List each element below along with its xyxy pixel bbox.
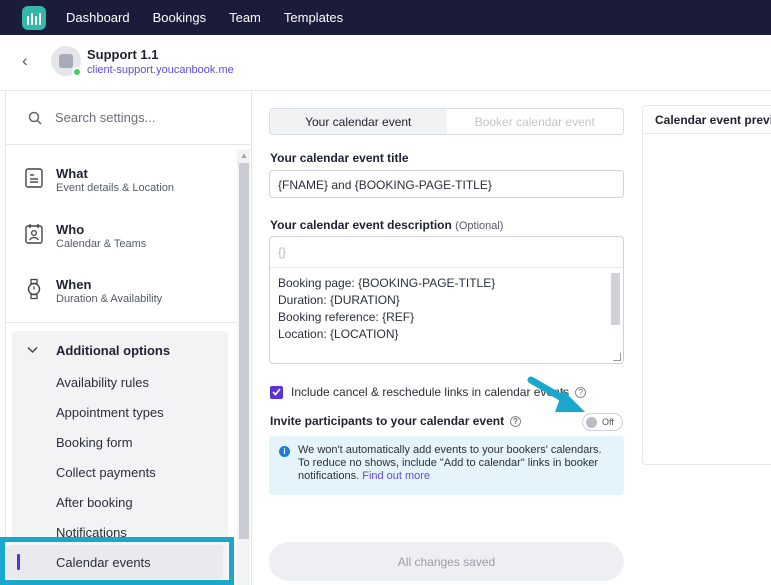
settings-sidebar: Search settings... ▲ What Event details …: [5, 91, 252, 585]
watch-icon: [27, 278, 41, 300]
sidebar-item-availability-rules[interactable]: Availability rules: [56, 375, 149, 390]
tab-booker-calendar-event[interactable]: Booker calendar event: [446, 109, 623, 134]
info-callout: i We won't automatically add events to y…: [269, 436, 624, 495]
invite-label: Invite participants to your calendar eve…: [270, 414, 505, 428]
page-title: Support 1.1: [87, 47, 159, 62]
chevron-down-icon: [27, 346, 38, 354]
sidebar-item-when[interactable]: When Duration & Availability: [6, 268, 237, 318]
resize-handle-icon[interactable]: [613, 353, 621, 361]
sidebar-item-title: Who: [56, 222, 85, 237]
online-status-dot: [72, 67, 82, 77]
find-out-more-link[interactable]: Find out more: [362, 470, 430, 482]
sidebar-scrollbar[interactable]: ▲: [237, 149, 250, 585]
invite-option: Invite participants to your calendar eve…: [270, 414, 522, 428]
sidebar-item-title: When: [56, 277, 92, 292]
page-header: ‹ Support 1.1 client-support.youcanbook.…: [0, 35, 771, 91]
calendar-event-preview: Calendar event preview: [642, 105, 771, 465]
highlight-annotation-box: [0, 537, 234, 585]
sidebar-item-title: What: [56, 166, 88, 181]
cancel-links-checkbox[interactable]: [270, 385, 283, 399]
search-input[interactable]: Search settings...: [6, 91, 251, 145]
event-title-field[interactable]: {FNAME} and {BOOKING-PAGE-TITLE}: [269, 170, 624, 198]
title-label: Your calendar event title: [270, 151, 409, 165]
logo-icon[interactable]: [22, 5, 46, 30]
description-scrollbar-thumb[interactable]: [611, 273, 620, 325]
sidebar-item-collect-payments[interactable]: Collect payments: [56, 465, 156, 480]
event-tabs: Your calendar event Booker calendar even…: [269, 108, 624, 135]
info-text: We won't automatically add events to you…: [298, 444, 616, 483]
top-nav: Dashboard Bookings Team Templates: [0, 0, 771, 35]
scroll-up-icon[interactable]: ▲: [240, 151, 248, 160]
nav-dashboard[interactable]: Dashboard: [66, 10, 130, 25]
sidebar-item-what[interactable]: What Event details & Location: [6, 157, 237, 207]
scrollbar-thumb[interactable]: [239, 163, 249, 539]
optional-tag: (Optional): [455, 220, 504, 232]
avatar: [51, 46, 82, 77]
nav-team[interactable]: Team: [229, 10, 261, 25]
sidebar-item-subtitle: Event details & Location: [56, 182, 175, 194]
search-icon: [28, 111, 42, 125]
toggle-state-label: Off: [602, 417, 614, 427]
save-status-button[interactable]: All changes saved: [269, 542, 624, 581]
help-icon[interactable]: ?: [510, 415, 522, 427]
contact-card-icon: [25, 224, 43, 244]
calendar-event-form: Your calendar event Booker calendar even…: [252, 91, 642, 585]
sidebar-item-after-booking[interactable]: After booking: [56, 495, 133, 510]
info-icon: i: [279, 446, 290, 457]
description-label-text: Your calendar event description: [270, 218, 452, 232]
search-placeholder: Search settings...: [55, 110, 156, 125]
sidebar-item-subtitle: Duration & Availability: [56, 293, 163, 305]
sidebar-item-subtitle: Calendar & Teams: [56, 238, 147, 250]
additional-options-title: Additional options: [56, 343, 171, 358]
tab-your-calendar-event[interactable]: Your calendar event: [270, 109, 447, 134]
event-description-field[interactable]: {} Booking page: {BOOKING-PAGE-TITLE} Du…: [269, 236, 624, 364]
booking-page-icon: [59, 54, 73, 68]
document-icon: [25, 168, 43, 188]
preview-title: Calendar event preview: [643, 106, 771, 134]
nav-bookings[interactable]: Bookings: [153, 10, 206, 25]
sidebar-item-booking-form[interactable]: Booking form: [56, 435, 133, 450]
divider: [6, 322, 237, 323]
back-chevron-icon[interactable]: ‹: [22, 52, 28, 70]
page-url-link[interactable]: client-support.youcanbook.me: [87, 64, 234, 76]
toggle-knob: [586, 417, 597, 428]
pointer-arrow-icon: [527, 376, 585, 412]
info-message: We won't automatically add events to you…: [298, 444, 602, 482]
insert-variable-button[interactable]: {}: [270, 237, 623, 268]
description-text[interactable]: Booking page: {BOOKING-PAGE-TITLE} Durat…: [270, 268, 623, 363]
description-label: Your calendar event description (Optiona…: [270, 218, 503, 232]
nav-templates[interactable]: Templates: [284, 10, 343, 25]
checkmark-icon: [272, 388, 281, 396]
sidebar-item-appointment-types[interactable]: Appointment types: [56, 405, 164, 420]
sidebar-item-who[interactable]: Who Calendar & Teams: [6, 213, 237, 263]
